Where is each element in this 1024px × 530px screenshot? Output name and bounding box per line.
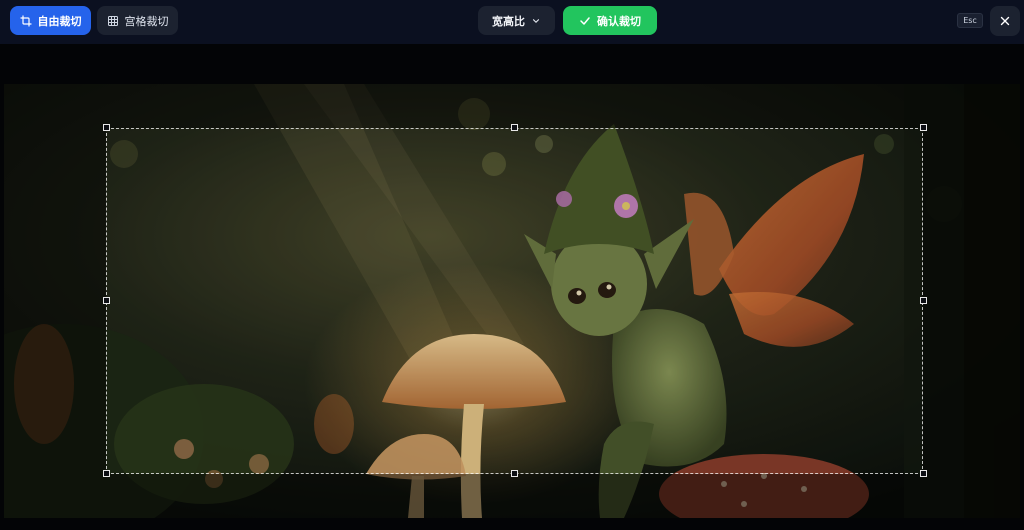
grid-icon <box>107 15 119 27</box>
aspect-ratio-label: 宽高比 <box>492 14 525 28</box>
crop-handle-bottom-right[interactable] <box>920 470 927 477</box>
crop-handle-top-right[interactable] <box>920 124 927 131</box>
close-button[interactable] <box>990 6 1020 36</box>
chevron-down-icon <box>531 16 541 26</box>
crop-toolbar: 自由裁切 宫格裁切 宽高比 确认裁切 Esc <box>0 0 1024 44</box>
esc-shortcut-hint: Esc <box>957 13 983 28</box>
aspect-ratio-dropdown[interactable]: 宽高比 <box>478 6 555 35</box>
confirm-crop-label: 确认裁切 <box>597 14 641 28</box>
crop-handle-bottom-left[interactable] <box>103 470 110 477</box>
crop-mask-bottom <box>4 474 1020 518</box>
confirm-crop-button[interactable]: 确认裁切 <box>563 6 657 35</box>
crop-mask-top <box>4 84 1020 128</box>
crop-handle-top[interactable] <box>511 124 518 131</box>
free-crop-label: 自由裁切 <box>37 14 82 28</box>
crop-handle-right[interactable] <box>920 297 927 304</box>
crop-handle-bottom[interactable] <box>511 470 518 477</box>
crop-handle-top-left[interactable] <box>103 124 110 131</box>
crop-mask-right <box>923 128 1020 474</box>
free-crop-button[interactable]: 自由裁切 <box>10 6 91 35</box>
grid-crop-button[interactable]: 宫格裁切 <box>97 6 178 35</box>
crop-icon <box>19 14 32 27</box>
grid-crop-label: 宫格裁切 <box>124 14 169 28</box>
crop-handle-left[interactable] <box>103 297 110 304</box>
close-icon <box>999 15 1011 27</box>
crop-selection[interactable] <box>106 128 923 474</box>
check-icon <box>579 15 591 27</box>
crop-canvas[interactable] <box>0 44 1024 530</box>
crop-mask-left <box>4 128 106 474</box>
crop-editor: 自由裁切 宫格裁切 宽高比 确认裁切 Esc <box>0 0 1024 530</box>
